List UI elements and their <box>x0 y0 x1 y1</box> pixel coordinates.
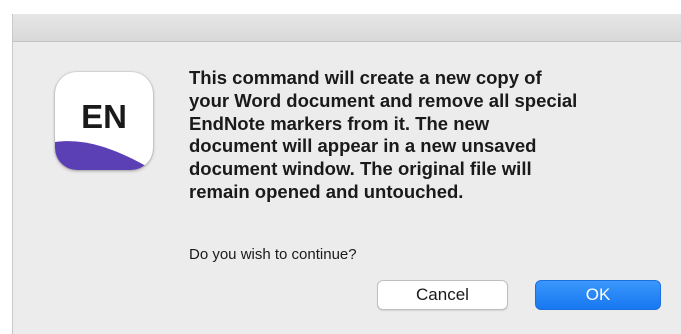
app-icon-label: EN <box>81 98 127 135</box>
message-line: your Word document and remove all specia… <box>189 89 578 111</box>
message-line: remain opened and untouched. <box>189 180 464 202</box>
alert-dialog: EN This command will create a new copy o… <box>12 14 681 334</box>
alert-message: This command will create a new copy of y… <box>189 67 659 204</box>
cancel-button[interactable]: Cancel <box>377 280 508 310</box>
dialog-titlebar <box>13 14 681 42</box>
endnote-app-icon: EN <box>55 72 153 170</box>
message-line: This command will create a new copy of <box>189 67 542 88</box>
screen: EN This command will create a new copy o… <box>0 0 681 334</box>
alert-question: Do you wish to continue? <box>189 246 357 263</box>
message-line: document will appear in a new unsaved <box>189 135 537 157</box>
ok-button[interactable]: OK <box>535 280 661 310</box>
message-line: document window. The original file will <box>189 158 532 180</box>
message-line: EndNote markers from it. The new <box>189 112 490 134</box>
